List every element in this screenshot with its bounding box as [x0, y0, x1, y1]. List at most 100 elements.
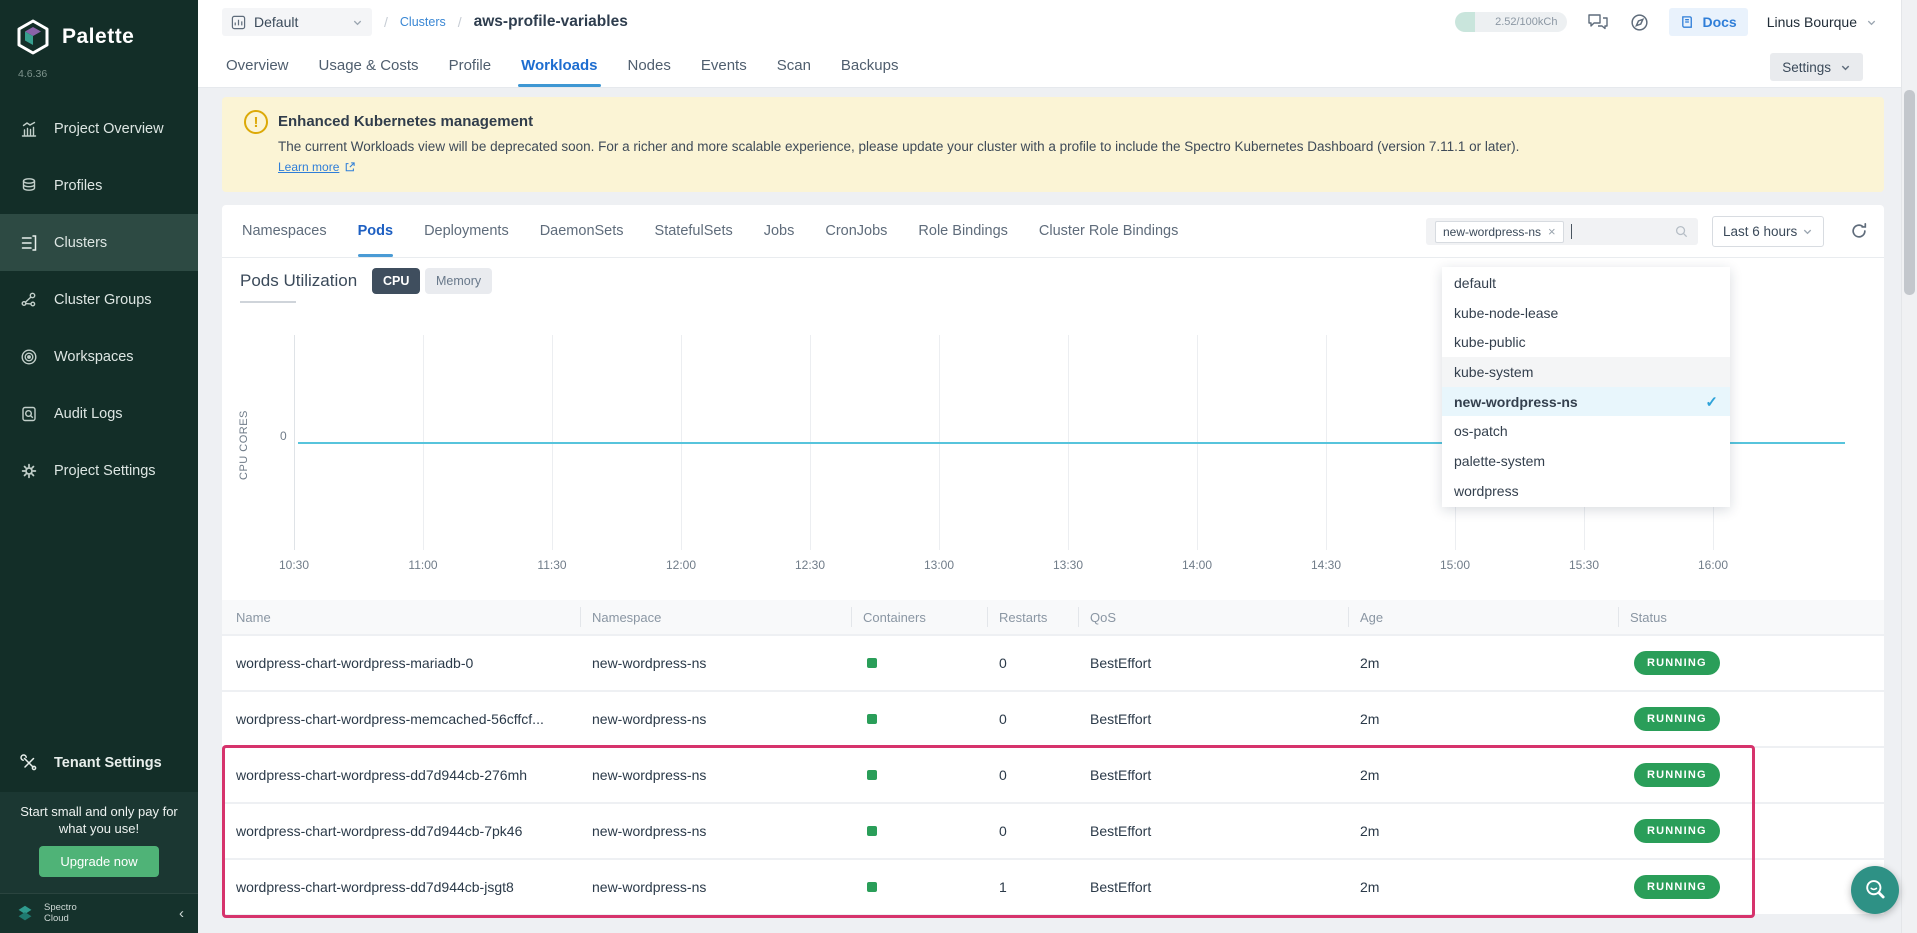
namespace-option[interactable]: new-wordpress-ns ✓ — [1442, 387, 1730, 417]
sidebar-item-label: Clusters — [54, 235, 107, 251]
database-icon — [19, 176, 39, 196]
deprecation-banner: ! Enhanced Kubernetes management The cur… — [222, 97, 1884, 192]
cluster-tab[interactable]: Scan — [777, 43, 811, 87]
sidebar-item-label: Project Settings — [54, 463, 156, 479]
settings-button-label: Settings — [1782, 60, 1831, 75]
scrollbar-thumb[interactable] — [1904, 90, 1915, 295]
workload-subtab[interactable]: Role Bindings — [918, 205, 1007, 257]
workload-subtab[interactable]: Jobs — [764, 205, 795, 257]
user-name: Linus Bourque — [1767, 14, 1857, 30]
cluster-tab[interactable]: Events — [701, 43, 747, 87]
pod-containers-cell — [863, 826, 999, 836]
cluster-tab[interactable]: Workloads — [521, 43, 597, 87]
cluster-tab[interactable]: Usage & Costs — [319, 43, 419, 87]
pod-table-row[interactable]: wordpress-chart-wordpress-dd7d944cb-7pk4… — [222, 804, 1884, 858]
pod-qos-cell: BestEffort — [1090, 655, 1360, 671]
pod-namespace-cell: new-wordpress-ns — [592, 711, 863, 727]
header-separator — [987, 607, 988, 627]
namespace-option[interactable]: palette-system ✓ — [1442, 446, 1730, 476]
container-status-square — [867, 826, 877, 836]
project-selector[interactable]: Default — [222, 8, 372, 36]
docs-button-label: Docs — [1702, 14, 1736, 30]
namespace-filter-input[interactable]: new-wordpress-ns × — [1426, 218, 1698, 245]
breadcrumb-clusters-link[interactable]: Clusters — [400, 15, 446, 29]
pod-qos-cell: BestEffort — [1090, 711, 1360, 727]
status-badge: RUNNING — [1634, 875, 1720, 899]
x-tick-label: 13:00 — [924, 558, 954, 572]
time-range-select[interactable]: Last 6 hours — [1712, 216, 1824, 247]
workload-subtab[interactable]: Namespaces — [242, 205, 327, 257]
namespace-option-label: os-patch — [1454, 423, 1508, 439]
pod-restarts-cell: 0 — [999, 767, 1090, 783]
namespace-option[interactable]: os-patch ✓ — [1442, 416, 1730, 446]
memory-toggle-button[interactable]: Memory — [425, 268, 492, 294]
subtab-label: StatefulSets — [655, 223, 733, 239]
pod-table-row[interactable]: wordpress-chart-wordpress-mariadb-0 new-… — [222, 636, 1884, 690]
collapse-sidebar-icon[interactable]: ‹ — [179, 905, 184, 922]
sidebar-item-audit-logs[interactable]: Audit Logs — [0, 385, 198, 442]
workload-subtab[interactable]: Deployments — [424, 205, 509, 257]
workload-subtab[interactable]: Cluster Role Bindings — [1039, 205, 1178, 257]
tab-label: Usage & Costs — [319, 57, 419, 74]
namespace-filter-chip[interactable]: new-wordpress-ns × — [1435, 221, 1564, 243]
sidebar-item-project-overview[interactable]: Project Overview — [0, 100, 198, 157]
sidebar-item-tenant-settings[interactable]: Tenant Settings — [0, 741, 198, 785]
remove-chip-icon[interactable]: × — [1548, 227, 1556, 237]
x-tick-label: 14:30 — [1311, 558, 1341, 572]
namespace-option[interactable]: wordpress ✓ — [1442, 476, 1730, 506]
namespace-option[interactable]: kube-public ✓ — [1442, 327, 1730, 357]
column-header-age: Age — [1360, 610, 1630, 625]
gear-icon — [19, 461, 39, 481]
cluster-tab[interactable]: Profile — [449, 43, 492, 87]
pod-qos-cell: BestEffort — [1090, 879, 1360, 895]
pod-namespace-cell: new-wordpress-ns — [592, 879, 863, 895]
cpu-toggle-button[interactable]: CPU — [372, 268, 420, 294]
spectro-cloud-logo-icon — [14, 903, 36, 925]
subtab-label: Jobs — [764, 223, 795, 239]
pod-table-row[interactable]: wordpress-chart-wordpress-dd7d944cb-276m… — [222, 748, 1884, 802]
namespace-option[interactable]: kube-system ✓ — [1442, 357, 1730, 387]
logo[interactable]: Palette — [0, 0, 198, 56]
cluster-tab[interactable]: Overview — [226, 43, 289, 87]
namespace-dropdown: default ✓ kube-node-lease ✓ kube-public … — [1442, 267, 1730, 507]
tools-icon — [19, 753, 39, 773]
namespace-option[interactable]: default ✓ — [1442, 268, 1730, 298]
workload-subtab[interactable]: CronJobs — [825, 205, 887, 257]
x-tick-label: 13:30 — [1053, 558, 1083, 572]
sidebar-item-cluster-groups[interactable]: Cluster Groups — [0, 271, 198, 328]
banner-title: Enhanced Kubernetes management — [278, 113, 533, 130]
cluster-tab[interactable]: Backups — [841, 43, 899, 87]
pod-status-cell: RUNNING — [1630, 763, 1884, 787]
sidebar-item-project-settings[interactable]: Project Settings — [0, 442, 198, 499]
sidebar-item-workspaces[interactable]: Workspaces — [0, 328, 198, 385]
namespace-option[interactable]: kube-node-lease ✓ — [1442, 298, 1730, 328]
refresh-button[interactable] — [1850, 222, 1868, 240]
sidebar-item-profiles[interactable]: Profiles — [0, 157, 198, 214]
bar-chart-icon — [19, 119, 39, 139]
sidebar-item-label: Cluster Groups — [54, 292, 152, 308]
x-tick-label: 12:00 — [666, 558, 696, 572]
pod-table-row[interactable]: wordpress-chart-wordpress-memcached-56cf… — [222, 692, 1884, 746]
x-tick-label: 15:00 — [1440, 558, 1470, 572]
pod-table-row[interactable]: wordpress-chart-wordpress-dd7d944cb-jsgt… — [222, 860, 1884, 914]
upgrade-now-button[interactable]: Upgrade now — [39, 846, 158, 877]
sidebar-item-clusters[interactable]: Clusters — [0, 214, 198, 271]
cluster-tab[interactable]: Nodes — [628, 43, 671, 87]
pods-table-body: wordpress-chart-wordpress-mariadb-0 new-… — [222, 634, 1884, 915]
support-chat-widget-button[interactable] — [1851, 866, 1899, 914]
cluster-settings-button[interactable]: Settings — [1770, 53, 1863, 81]
feedback-chat-button[interactable] — [1586, 11, 1610, 33]
workload-subtab[interactable]: Pods — [358, 205, 393, 257]
compass-icon — [1629, 12, 1650, 33]
breadcrumb-current: aws-profile-variables — [474, 13, 628, 31]
namespace-option-label: new-wordpress-ns — [1454, 394, 1578, 410]
user-menu[interactable]: Linus Bourque — [1767, 14, 1877, 30]
learn-more-link[interactable]: Learn more — [278, 160, 356, 174]
docs-button[interactable]: Docs — [1669, 8, 1747, 36]
workload-subtab[interactable]: DaemonSets — [540, 205, 624, 257]
column-header-name: Name — [222, 610, 592, 625]
workload-subtab[interactable]: StatefulSets — [655, 205, 733, 257]
help-compass-button[interactable] — [1629, 12, 1650, 33]
status-badge: RUNNING — [1634, 651, 1720, 675]
pod-name-cell: wordpress-chart-wordpress-memcached-56cf… — [222, 711, 592, 727]
